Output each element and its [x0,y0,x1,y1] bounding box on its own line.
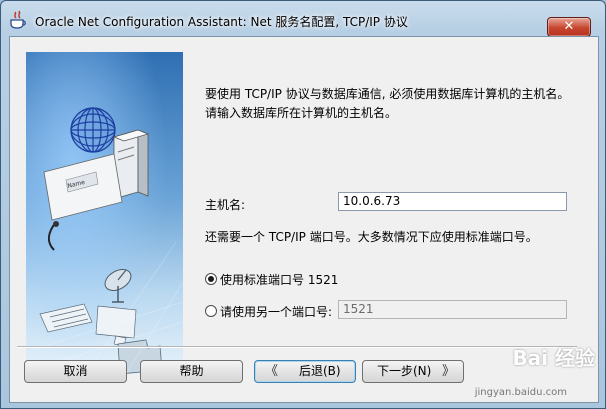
other-port-input[interactable]: 1521 [338,300,567,319]
intro-text: 要使用 TCP/IP 协议与数据库通信, 必须使用数据库计算机的主机名。请输入数… [205,87,570,120]
back-button[interactable]: 《 后退(B) [254,360,356,383]
close-icon: ✕ [563,19,575,34]
globe-icon [70,107,116,153]
close-button[interactable]: ✕ [547,17,591,37]
button-separator [17,346,577,348]
radio-standard-port[interactable] [205,273,217,285]
java-cup-icon [10,10,26,29]
baidu-watermark-url: jingyan.baidu.com [474,387,567,398]
radio-other-port[interactable] [205,305,217,317]
window-title: Oracle Net Configuration Assistant: Net … [35,15,408,29]
host-input[interactable]: 10.0.6.73 [338,192,567,211]
radio-standard-label[interactable]: 使用标准端口号 1521 [220,271,338,288]
host-label: 主机名: [205,198,246,212]
other-port-value: 1521 [343,302,374,316]
title-bar[interactable]: Oracle Net Configuration Assistant: Net … [1,1,605,37]
help-button[interactable]: 帮助 [140,360,243,383]
back-label: 后退(B) [299,364,341,378]
next-button[interactable]: 下一步(N) 》 [362,360,464,383]
network-globe-illustration: Name [26,52,183,374]
radio-other-label[interactable]: 请使用另一个端口号: [220,303,332,320]
next-arrow-icon: 》 [441,364,455,379]
cancel-button[interactable]: 取消 [24,360,127,383]
baidu-watermark: Bai 经验 [512,346,595,370]
port-note: 还需要一个 TCP/IP 端口号。大多数情况下应使用标准端口号。 [205,230,538,244]
back-arrow-icon: 《 [265,364,279,379]
next-label: 下一步(N) [377,364,432,378]
host-value: 10.0.6.73 [343,194,401,208]
dialog-window: Oracle Net Configuration Assistant: Net … [0,0,606,409]
